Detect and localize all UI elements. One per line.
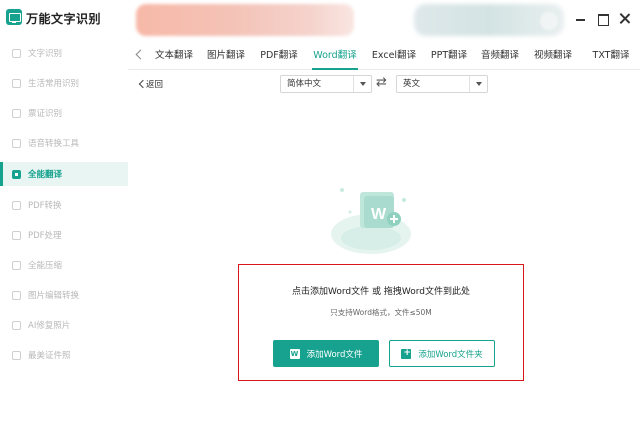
sidebar-item-label: 生活常用识别 [28,79,80,89]
maximize-icon[interactable] [596,12,610,26]
chevron-left-icon [137,79,145,89]
minimize-icon[interactable] [574,12,588,26]
pdf-process-icon [12,230,21,240]
promo-banner[interactable] [136,4,354,36]
sidebar-item-label: 语音转换工具 [28,139,80,149]
sidebar-item-label: 票证识别 [28,109,63,119]
target-language-value: 英文 [403,79,421,89]
sidebar-item-compress[interactable]: 全能压缩 [0,253,128,277]
drop-instruction: 点击添加Word文件 或 拖拽Word文件到此处 [292,287,470,297]
translate-icon [12,169,21,179]
close-icon[interactable] [618,12,632,26]
ai-photo-icon [12,320,21,330]
id-photo-icon [12,350,21,360]
voice-convert-icon [12,138,21,148]
life-scan-icon [12,78,21,88]
tab-ppt-translate[interactable]: PPT翻译 [428,47,470,70]
sidebar-item-translate[interactable]: 全能翻译 [0,162,128,186]
tab-audio-translate[interactable]: 音频翻译 [480,47,520,70]
sidebar-item-text-recognition[interactable]: 文字识别 [0,41,128,65]
add-folder-icon [401,348,412,359]
add-word-file-button[interactable]: 添加Word文件 [273,340,379,367]
word-file-icon [289,348,300,359]
sidebar: 文字识别 生活常用识别 票证识别 语音转换工具 全能翻译 PDF转换 PDF处理… [0,40,128,448]
avatar[interactable] [540,12,558,30]
swap-languages-icon[interactable] [376,75,390,90]
tab-pdf-translate[interactable]: PDF翻译 [259,47,299,70]
tab-txt-translate[interactable]: TXT翻译 [587,47,635,70]
sidebar-item-ai-photo[interactable]: AI修复照片 [0,313,128,337]
tab-word-translate[interactable]: Word翻译 [312,47,358,70]
sidebar-item-id-photo[interactable]: 最美证件照 [0,343,128,367]
sidebar-item-label: 全能翻译 [28,170,63,180]
image-edit-icon [12,290,21,300]
back-label: 返回 [146,80,164,90]
sidebar-item-pdf-process[interactable]: PDF处理 [0,223,128,247]
tab-video-translate[interactable]: 视频翻译 [533,47,573,70]
ticket-scan-icon [12,108,21,118]
sidebar-item-pdf-convert[interactable]: PDF转换 [0,193,128,217]
source-language-value: 简体中文 [287,79,322,89]
sidebar-item-voice-tools[interactable]: 语音转换工具 [0,131,128,155]
add-word-file-label: 添加Word文件 [306,349,363,360]
source-language-select[interactable]: 简体中文 [280,75,372,93]
drop-format-hint: 只支持Word格式，文件≤50M [330,308,432,317]
sidebar-item-label: 全能压缩 [28,261,63,271]
tab-image-translate[interactable]: 图片翻译 [206,47,246,70]
sidebar-item-image-edit[interactable]: 图片编辑转换 [0,283,128,307]
sidebar-item-label: 最美证件照 [28,351,71,361]
translate-tabs: 文本翻译 图片翻译 PDF翻译 Word翻译 Excel翻译 PPT翻译 音频翻… [128,40,640,70]
sidebar-item-label: PDF处理 [28,231,62,241]
word-file-illustration: W [331,188,411,254]
pdf-convert-icon [12,200,21,210]
file-drop-zone[interactable]: 点击添加Word文件 或 拖拽Word文件到此处 只支持Word格式，文件≤50… [238,264,524,381]
tab-text-translate[interactable]: 文本翻译 [154,47,194,70]
target-language-select[interactable]: 英文 [396,75,488,93]
app-title: 万能文字识别 [26,12,102,26]
compress-icon [12,260,21,270]
text-scan-icon [12,48,21,58]
sidebar-item-life-recognition[interactable]: 生活常用识别 [0,71,128,95]
sidebar-item-ticket-recognition[interactable]: 票证识别 [0,101,128,125]
sidebar-item-label: 文字识别 [28,49,63,59]
title-bar: 万能文字识别 [0,0,640,40]
add-word-folder-button[interactable]: 添加Word文件夹 [389,340,495,367]
add-word-folder-label: 添加Word文件夹 [418,349,483,360]
tabs-prev-icon[interactable] [134,48,144,60]
sidebar-item-label: AI修复照片 [28,321,71,331]
back-button[interactable]: 返回 [137,78,163,90]
sidebar-item-label: PDF转换 [28,201,62,211]
chevron-down-icon [353,76,371,92]
app-logo-icon [6,9,22,25]
chevron-down-icon [469,76,487,92]
tab-excel-translate[interactable]: Excel翻译 [371,47,417,70]
svg-text:W: W [371,206,387,223]
sidebar-item-label: 图片编辑转换 [28,291,80,301]
